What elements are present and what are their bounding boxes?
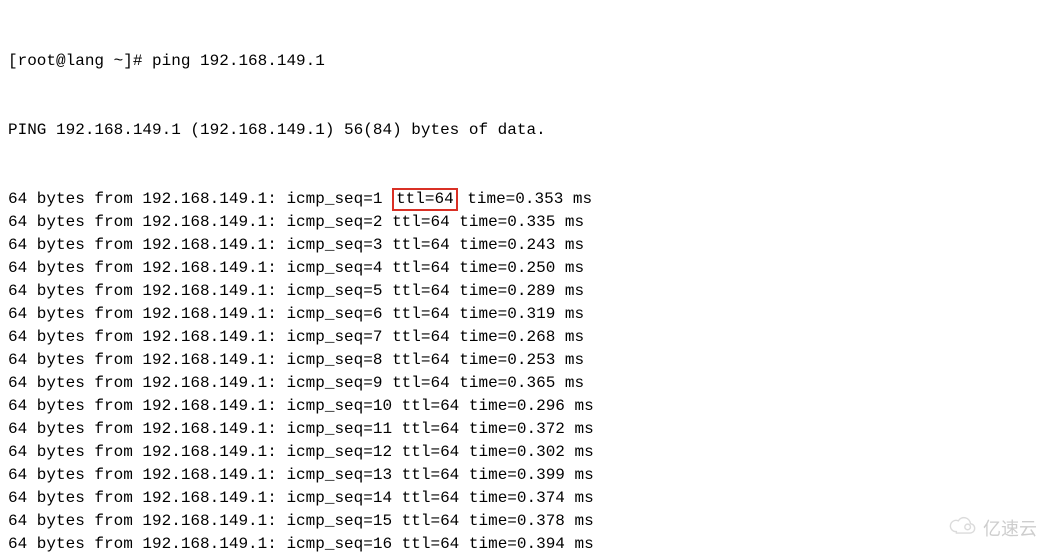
reply-suffix: time=0.374 ms bbox=[459, 489, 593, 507]
reply-suffix: time=0.289 ms bbox=[450, 282, 584, 300]
ping-reply-line: 64 bytes from 192.168.149.1: icmp_seq=5 … bbox=[8, 280, 1043, 303]
ttl-value: ttl=64 bbox=[402, 466, 460, 484]
ping-reply-line: 64 bytes from 192.168.149.1: icmp_seq=8 … bbox=[8, 349, 1043, 372]
reply-suffix: time=0.353 ms bbox=[458, 190, 592, 208]
reply-prefix: 64 bytes from 192.168.149.1: icmp_seq=11 bbox=[8, 420, 402, 438]
reply-prefix: 64 bytes from 192.168.149.1: icmp_seq=14 bbox=[8, 489, 402, 507]
ping-reply-line: 64 bytes from 192.168.149.1: icmp_seq=13… bbox=[8, 464, 1043, 487]
ping-reply-line: 64 bytes from 192.168.149.1: icmp_seq=3 … bbox=[8, 234, 1043, 257]
ping-reply-line: 64 bytes from 192.168.149.1: icmp_seq=4 … bbox=[8, 257, 1043, 280]
ttl-value: ttl=64 bbox=[392, 351, 450, 369]
reply-suffix: time=0.302 ms bbox=[459, 443, 593, 461]
ttl-value: ttl=64 bbox=[392, 305, 450, 323]
ttl-value: ttl=64 bbox=[402, 397, 460, 415]
reply-suffix: time=0.268 ms bbox=[450, 328, 584, 346]
reply-prefix: 64 bytes from 192.168.149.1: icmp_seq=8 bbox=[8, 351, 392, 369]
ping-reply-line: 64 bytes from 192.168.149.1: icmp_seq=11… bbox=[8, 418, 1043, 441]
ping-header: PING 192.168.149.1 (192.168.149.1) 56(84… bbox=[8, 119, 1043, 142]
ping-reply-line: 64 bytes from 192.168.149.1: icmp_seq=9 … bbox=[8, 372, 1043, 395]
ping-reply-line: 64 bytes from 192.168.149.1: icmp_seq=10… bbox=[8, 395, 1043, 418]
reply-suffix: time=0.243 ms bbox=[450, 236, 584, 254]
reply-prefix: 64 bytes from 192.168.149.1: icmp_seq=5 bbox=[8, 282, 392, 300]
reply-prefix: 64 bytes from 192.168.149.1: icmp_seq=15 bbox=[8, 512, 402, 530]
ttl-value: ttl=64 bbox=[392, 213, 450, 231]
reply-prefix: 64 bytes from 192.168.149.1: icmp_seq=12 bbox=[8, 443, 402, 461]
ttl-highlight: ttl=64 bbox=[392, 188, 458, 211]
terminal-output[interactable]: [root@lang ~]# ping 192.168.149.1 PING 1… bbox=[0, 0, 1051, 553]
command-text: ping 192.168.149.1 bbox=[152, 52, 325, 70]
reply-suffix: time=0.296 ms bbox=[459, 397, 593, 415]
shell-prompt: [root@lang ~]# bbox=[8, 52, 152, 70]
reply-prefix: 64 bytes from 192.168.149.1: icmp_seq=9 bbox=[8, 374, 392, 392]
ttl-value: ttl=64 bbox=[392, 282, 450, 300]
reply-suffix: time=0.365 ms bbox=[450, 374, 584, 392]
reply-suffix: time=0.319 ms bbox=[450, 305, 584, 323]
ttl-value: ttl=64 bbox=[392, 328, 450, 346]
reply-suffix: time=0.378 ms bbox=[459, 512, 593, 530]
ttl-value: ttl=64 bbox=[402, 512, 460, 530]
ping-reply-line: 64 bytes from 192.168.149.1: icmp_seq=7 … bbox=[8, 326, 1043, 349]
reply-suffix: time=0.394 ms bbox=[459, 535, 593, 553]
reply-suffix: time=0.399 ms bbox=[459, 466, 593, 484]
ttl-value: ttl=64 bbox=[402, 443, 460, 461]
reply-suffix: time=0.250 ms bbox=[450, 259, 584, 277]
ttl-value: ttl=64 bbox=[402, 535, 460, 553]
ping-reply-line: 64 bytes from 192.168.149.1: icmp_seq=6 … bbox=[8, 303, 1043, 326]
reply-prefix: 64 bytes from 192.168.149.1: icmp_seq=7 bbox=[8, 328, 392, 346]
reply-prefix: 64 bytes from 192.168.149.1: icmp_seq=4 bbox=[8, 259, 392, 277]
ping-replies: 64 bytes from 192.168.149.1: icmp_seq=1 … bbox=[8, 188, 1043, 553]
ping-reply-line: 64 bytes from 192.168.149.1: icmp_seq=1 … bbox=[8, 188, 1043, 211]
reply-prefix: 64 bytes from 192.168.149.1: icmp_seq=13 bbox=[8, 466, 402, 484]
reply-prefix: 64 bytes from 192.168.149.1: icmp_seq=3 bbox=[8, 236, 392, 254]
reply-suffix: time=0.372 ms bbox=[459, 420, 593, 438]
reply-suffix: time=0.335 ms bbox=[450, 213, 584, 231]
ttl-value: ttl=64 bbox=[392, 259, 450, 277]
ping-reply-line: 64 bytes from 192.168.149.1: icmp_seq=2 … bbox=[8, 211, 1043, 234]
reply-prefix: 64 bytes from 192.168.149.1: icmp_seq=2 bbox=[8, 213, 392, 231]
reply-suffix: time=0.253 ms bbox=[450, 351, 584, 369]
reply-prefix: 64 bytes from 192.168.149.1: icmp_seq=16 bbox=[8, 535, 402, 553]
ttl-value: ttl=64 bbox=[402, 489, 460, 507]
ttl-value: ttl=64 bbox=[392, 236, 450, 254]
ping-reply-line: 64 bytes from 192.168.149.1: icmp_seq=15… bbox=[8, 510, 1043, 533]
ttl-value: ttl=64 bbox=[392, 374, 450, 392]
ping-reply-line: 64 bytes from 192.168.149.1: icmp_seq=16… bbox=[8, 533, 1043, 553]
reply-prefix: 64 bytes from 192.168.149.1: icmp_seq=6 bbox=[8, 305, 392, 323]
ttl-value: ttl=64 bbox=[402, 420, 460, 438]
reply-prefix: 64 bytes from 192.168.149.1: icmp_seq=10 bbox=[8, 397, 402, 415]
ping-reply-line: 64 bytes from 192.168.149.1: icmp_seq=14… bbox=[8, 487, 1043, 510]
ping-reply-line: 64 bytes from 192.168.149.1: icmp_seq=12… bbox=[8, 441, 1043, 464]
reply-prefix: 64 bytes from 192.168.149.1: icmp_seq=1 bbox=[8, 190, 392, 208]
prompt-line: [root@lang ~]# ping 192.168.149.1 bbox=[8, 50, 1043, 73]
